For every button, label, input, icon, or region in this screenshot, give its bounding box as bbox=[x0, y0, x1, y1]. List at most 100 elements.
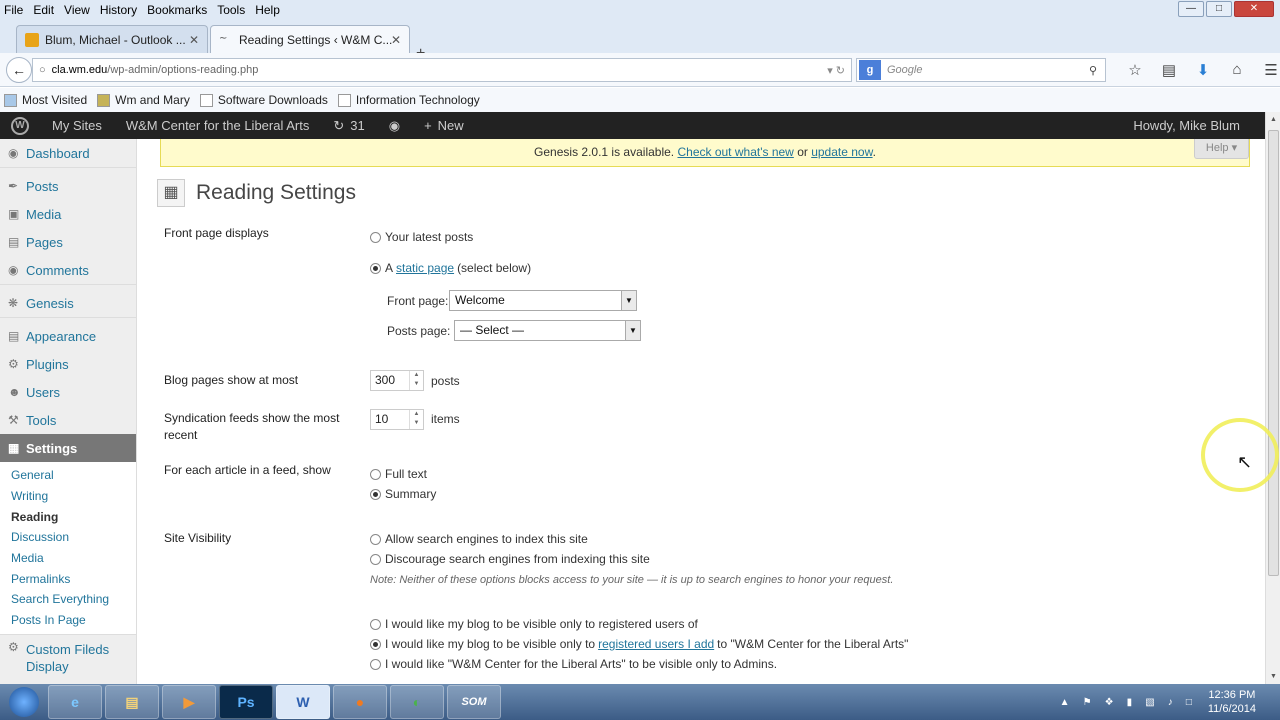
posts-page-select[interactable]: — Select — ▼ bbox=[454, 320, 641, 341]
minimize-button[interactable]: — bbox=[1178, 1, 1204, 17]
network-share-icon[interactable]: ❖ bbox=[1105, 697, 1114, 708]
option-latest-posts[interactable]: Your latest posts bbox=[370, 230, 473, 244]
sidebar-item-dashboard[interactable]: ◉ Dashboard bbox=[0, 139, 136, 167]
reload-icon[interactable]: ▾ ↻ bbox=[827, 64, 845, 77]
radio-full-text[interactable] bbox=[370, 468, 381, 480]
taskbar-chrome[interactable]: ◐ bbox=[390, 685, 444, 719]
update-now-link[interactable]: update now bbox=[811, 145, 872, 159]
sidebar-item-custom-fields[interactable]: ⚙ Custom Fileds Display bbox=[0, 639, 136, 674]
home-icon[interactable]: ⌂ bbox=[1220, 61, 1254, 79]
option-users-i-add[interactable]: I would like my blog to be visible only … bbox=[370, 637, 908, 651]
option-registered-users[interactable]: I would like my blog to be visible only … bbox=[370, 617, 698, 631]
vertical-scrollbar[interactable]: ▲ ▼ bbox=[1265, 112, 1280, 684]
clock[interactable]: 12:36 PM 11/6/2014 bbox=[1208, 688, 1256, 716]
tab-reading-settings[interactable]: ∼ Reading Settings ‹ W&M C... ✕ bbox=[210, 25, 410, 53]
account-menu[interactable]: Howdy, Mike Blum bbox=[1121, 118, 1252, 133]
volume-icon[interactable]: ♪ bbox=[1168, 697, 1173, 708]
radio-static-page[interactable] bbox=[370, 262, 381, 274]
taskbar-firefox[interactable]: ● bbox=[333, 685, 387, 719]
menu-tools[interactable]: Tools bbox=[217, 3, 245, 17]
close-tab-icon[interactable]: ✕ bbox=[391, 33, 401, 47]
menu-icon[interactable]: ☰ bbox=[1254, 61, 1280, 79]
flag-icon[interactable]: ⚑ bbox=[1083, 697, 1092, 708]
radio-admins-only[interactable] bbox=[370, 658, 381, 670]
submenu-permalinks[interactable]: Permalinks bbox=[0, 568, 136, 589]
updates-link[interactable]: ↻ 31 bbox=[321, 118, 376, 134]
menu-view[interactable]: View bbox=[64, 3, 90, 17]
sidebar-item-genesis[interactable]: ❋ Genesis bbox=[0, 289, 136, 317]
my-sites-link[interactable]: My Sites bbox=[40, 118, 114, 133]
close-window-button[interactable]: ✕ bbox=[1234, 1, 1274, 17]
radio-registered-users[interactable] bbox=[370, 618, 381, 630]
blog-pages-input[interactable]: 300 ▲ ▼ bbox=[370, 370, 424, 391]
search-bar[interactable]: g Google ⚲ bbox=[856, 58, 1106, 82]
radio-allow-indexing[interactable] bbox=[370, 533, 381, 545]
stepper-icon[interactable]: ▲ ▼ bbox=[409, 410, 423, 429]
wordpress-logo[interactable]: W bbox=[0, 112, 40, 139]
submenu-posts-in-page[interactable]: Posts In Page bbox=[0, 610, 136, 631]
taskbar-som[interactable]: SOM bbox=[447, 685, 501, 719]
menu-file[interactable]: File bbox=[4, 3, 23, 17]
help-button[interactable]: Help ▾ bbox=[1194, 139, 1249, 159]
static-page-link[interactable]: static page bbox=[396, 261, 454, 275]
option-static-page[interactable]: A static page (select below) bbox=[370, 261, 531, 275]
front-page-select[interactable]: Welcome ▼ bbox=[449, 290, 637, 311]
submenu-discussion[interactable]: Discussion bbox=[0, 527, 136, 548]
option-allow-indexing[interactable]: Allow search engines to index this site bbox=[370, 532, 588, 546]
sidebar-item-appearance[interactable]: ▤ Appearance bbox=[0, 322, 136, 350]
taskbar-ie[interactable]: e bbox=[48, 685, 102, 719]
scroll-down-icon[interactable]: ▼ bbox=[1266, 669, 1280, 684]
show-hidden-icon[interactable]: ▲ bbox=[1060, 697, 1070, 708]
option-summary[interactable]: Summary bbox=[370, 487, 436, 501]
sidebar-item-posts[interactable]: ✒ Posts bbox=[0, 172, 136, 200]
bookmarks-menu-icon[interactable]: ▤ bbox=[1152, 61, 1186, 79]
sidebar-item-pages[interactable]: ▤ Pages bbox=[0, 228, 136, 256]
submenu-reading[interactable]: Reading bbox=[0, 506, 136, 527]
start-button[interactable] bbox=[0, 684, 48, 720]
sidebar-item-tools[interactable]: ⚒ Tools bbox=[0, 406, 136, 434]
submenu-search-everything[interactable]: Search Everything bbox=[0, 589, 136, 610]
radio-discourage-indexing[interactable] bbox=[370, 553, 381, 565]
submenu-media[interactable]: Media bbox=[0, 548, 136, 569]
sidebar-item-users[interactable]: ☻ Users bbox=[0, 378, 136, 406]
menu-history[interactable]: History bbox=[100, 3, 137, 17]
whats-new-link[interactable]: Check out what's new bbox=[677, 145, 793, 159]
radio-summary[interactable] bbox=[370, 488, 381, 500]
comments-link[interactable]: ◉ bbox=[377, 118, 412, 134]
submenu-writing[interactable]: Writing bbox=[0, 486, 136, 507]
action-center-icon[interactable]: □ bbox=[1186, 697, 1192, 708]
taskbar-media[interactable]: ▶ bbox=[162, 685, 216, 719]
bookmark-software[interactable]: Software Downloads bbox=[199, 93, 328, 107]
menu-help[interactable]: Help bbox=[255, 3, 280, 17]
menu-edit[interactable]: Edit bbox=[33, 3, 54, 17]
sidebar-item-plugins[interactable]: ⚙ Plugins bbox=[0, 350, 136, 378]
site-name-link[interactable]: W&M Center for the Liberal Arts bbox=[114, 118, 322, 133]
sidebar-item-comments[interactable]: ◉ Comments bbox=[0, 256, 136, 284]
bookmark-it[interactable]: Information Technology bbox=[337, 93, 480, 107]
scroll-up-icon[interactable]: ▲ bbox=[1266, 112, 1280, 127]
option-discourage-indexing[interactable]: Discourage search engines from indexing … bbox=[370, 552, 650, 566]
scrollbar-thumb[interactable] bbox=[1268, 130, 1279, 576]
google-icon[interactable]: g bbox=[859, 60, 881, 80]
taskbar-explorer[interactable]: ▤ bbox=[105, 685, 159, 719]
bookmark-most-visited[interactable]: Most Visited bbox=[4, 93, 87, 107]
search-icon[interactable]: ⚲ bbox=[1089, 64, 1097, 77]
registered-users-link[interactable]: registered users I add bbox=[598, 637, 714, 651]
radio-latest-posts[interactable] bbox=[370, 231, 381, 243]
battery-icon[interactable]: ▮ bbox=[1127, 697, 1133, 708]
new-content-link[interactable]: + New bbox=[412, 118, 476, 133]
url-bar[interactable]: ○ cla.wm.edu /wp-admin/options-reading.p… bbox=[32, 58, 852, 82]
sidebar-item-media[interactable]: ▣ Media bbox=[0, 200, 136, 228]
radio-users-i-add[interactable] bbox=[370, 638, 381, 650]
submenu-general[interactable]: General bbox=[0, 465, 136, 486]
option-full-text[interactable]: Full text bbox=[370, 467, 427, 481]
bookmark-wm[interactable]: Wm and Mary bbox=[97, 93, 190, 107]
sidebar-item-settings[interactable]: ▦ Settings bbox=[0, 434, 136, 462]
stepper-icon[interactable]: ▲ ▼ bbox=[409, 371, 423, 390]
close-tab-icon[interactable]: ✕ bbox=[189, 33, 199, 47]
back-button[interactable]: ← bbox=[6, 57, 32, 83]
menu-bookmarks[interactable]: Bookmarks bbox=[147, 3, 207, 17]
taskbar-photoshop[interactable]: Ps bbox=[219, 685, 273, 719]
downloads-icon[interactable]: ⬇ bbox=[1186, 61, 1220, 79]
syndication-input[interactable]: 10 ▲ ▼ bbox=[370, 409, 424, 430]
